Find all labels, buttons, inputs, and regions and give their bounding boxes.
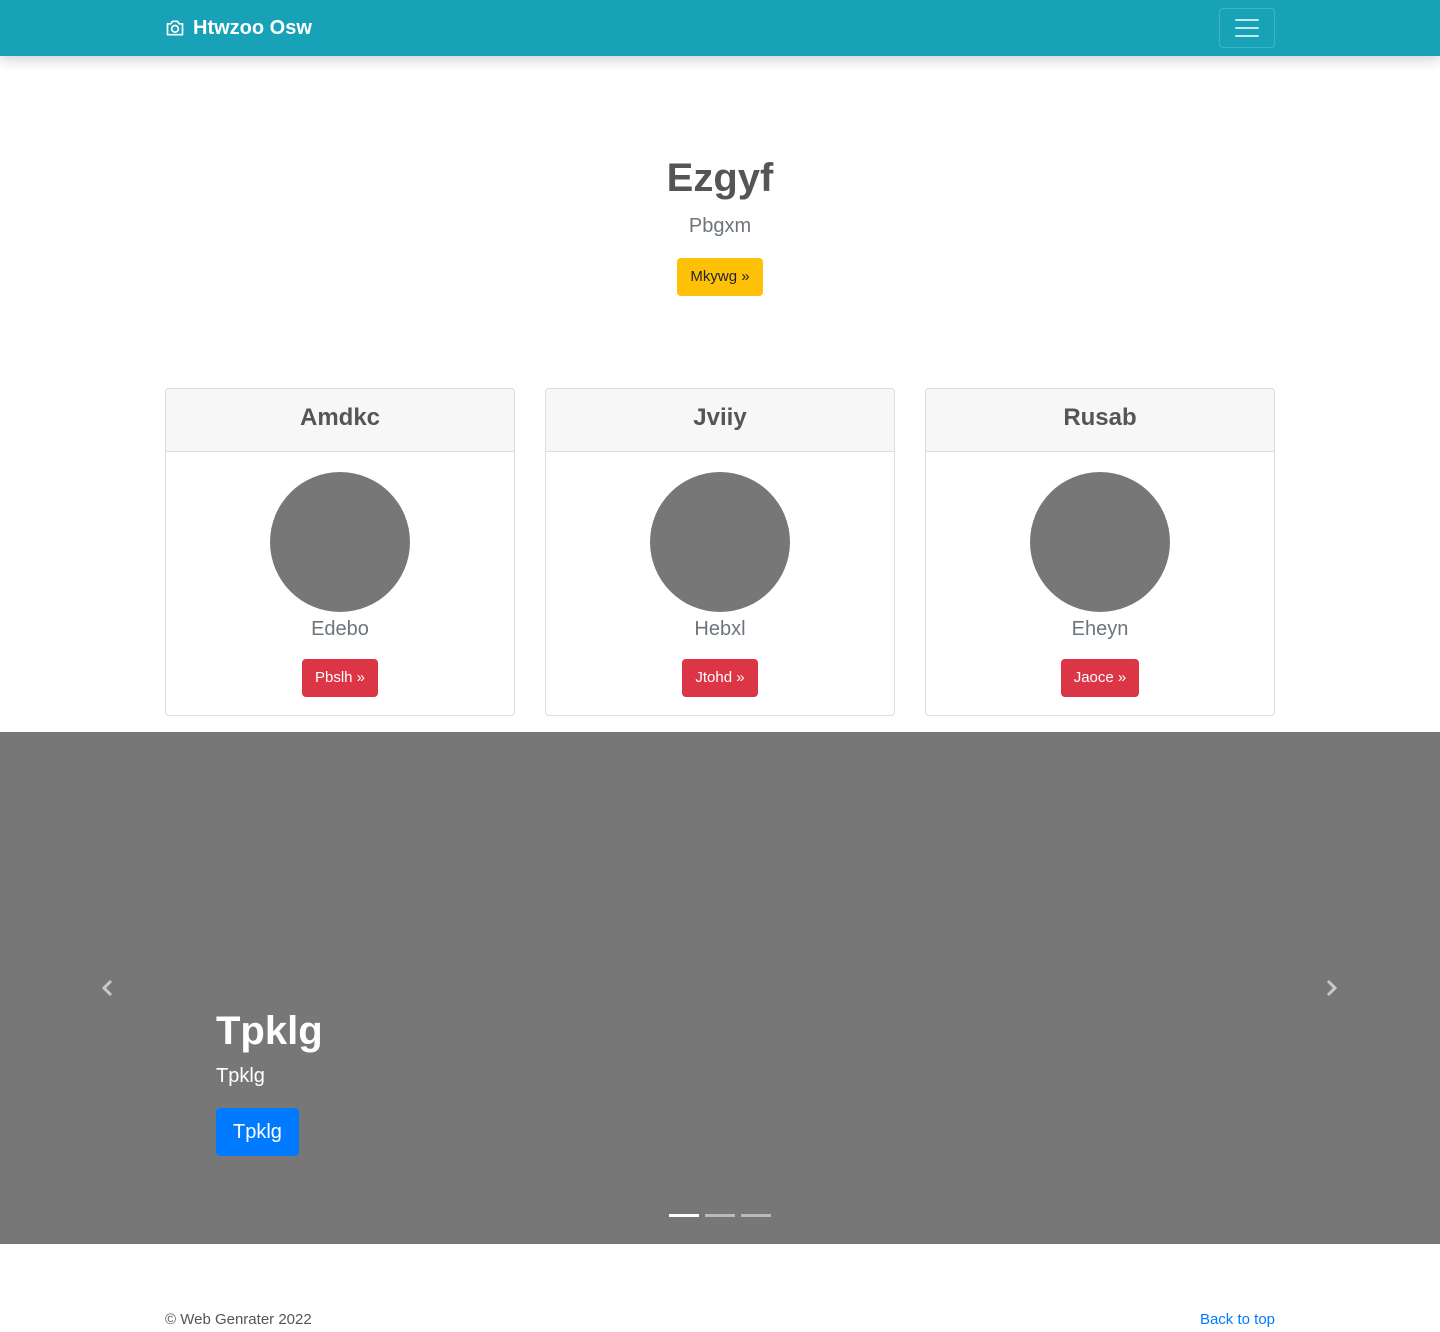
card-name: Eheyn [1071,618,1129,640]
carousel-indicator[interactable] [705,1214,735,1217]
brand-name: Htwzoo Osw [193,17,312,39]
navbar: Htwzoo Osw [0,0,1440,56]
card: Rusab Eheyn Jaoce » [925,388,1275,716]
card-name: Hebxl [694,618,746,640]
carousel-title: Tpklg [216,1009,323,1053]
hero-button[interactable]: Mkywg » [677,258,763,296]
navbar-toggler-button[interactable] [1219,8,1275,48]
carousel-text: Tpklg [216,1065,265,1087]
hero-section: Ezgyf Pbgxm Mkywg » [0,150,1440,296]
card-button[interactable]: Jaoce » [1060,659,1140,697]
camera-icon [165,18,185,38]
carousel-indicator[interactable] [669,1214,699,1217]
carousel-indicator[interactable] [741,1214,771,1217]
carousel-button[interactable]: Tpklg [216,1108,299,1156]
copyright-text: © Web Genrater 2022 [165,1311,312,1328]
navbar-brand[interactable]: Htwzoo Osw [165,17,312,39]
carousel: Tpklg Tpklg Tpklg [0,732,1440,1244]
avatar-placeholder [650,472,790,612]
chevron-left-icon [98,978,118,998]
card-title: Amdkc [166,389,514,452]
hamburger-icon [1235,27,1259,29]
avatar-placeholder [1030,472,1170,612]
carousel-caption: Tpklg Tpklg Tpklg [216,1006,323,1156]
chevron-right-icon [1321,978,1341,998]
back-to-top-link[interactable]: Back to top [1200,1310,1275,1330]
hero-title: Ezgyf [666,156,774,200]
card-button[interactable]: Pbslh » [301,659,379,697]
card: Amdkc Edebo Pbslh » [165,388,515,716]
card-row: Amdkc Edebo Pbslh » Jviiy Hebxl Jtohd » … [165,388,1275,716]
footer: © Web Genrater 2022 Back to top [165,1310,1275,1330]
card-button[interactable]: Jtohd » [682,659,758,697]
carousel-next-button[interactable] [1313,972,1349,1004]
hamburger-icon [1235,19,1259,21]
card-title: Jviiy [546,389,894,452]
card-title: Rusab [926,389,1274,452]
carousel-prev-button[interactable] [90,972,126,1004]
card: Jviiy Hebxl Jtohd » [545,388,895,716]
carousel-indicators [669,1214,771,1217]
card-name: Edebo [311,618,369,640]
hamburger-icon [1235,35,1259,37]
hero-subtitle: Pbgxm [688,215,752,237]
avatar-placeholder [270,472,410,612]
